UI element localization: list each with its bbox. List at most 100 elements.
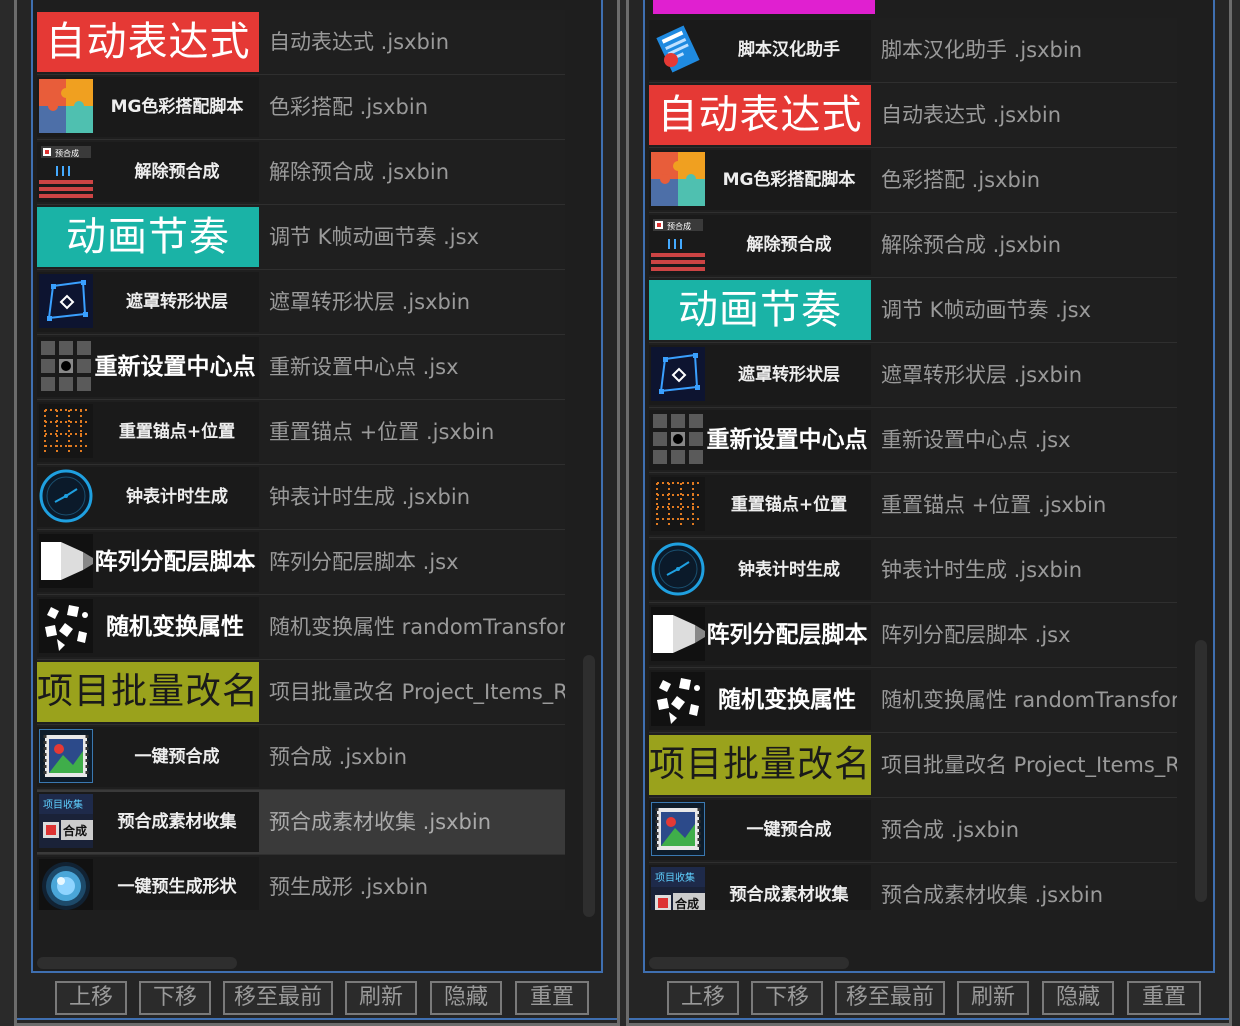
horizontal-scrollbar[interactable]: [649, 957, 849, 969]
thumbnail-label: 重新设置中心点: [94, 354, 256, 380]
thumbnail-label: 钟表计时生成: [126, 487, 228, 507]
script-filename: 自动表达式 .jsxbin: [269, 30, 450, 54]
refresh-button[interactable]: 刷新: [957, 981, 1029, 1015]
script-thumbnail: 重新设置中心点: [37, 337, 259, 397]
script-row[interactable]: 重新设置中心点 重新设置中心点 .jsx: [37, 335, 565, 400]
array-layer-icon: [651, 607, 705, 661]
script-row[interactable]: 钟表计时生成 钟表计时生成 .jsxbin: [37, 465, 565, 530]
script-filename: 重置锚点 +位置 .jsxbin: [881, 493, 1107, 517]
script-row[interactable]: 随机变换属性 随机变换属性 randomTransform: [37, 595, 565, 660]
script-filename: 预生成形 .jsxbin: [269, 875, 429, 899]
script-filename: 重置锚点 +位置 .jsxbin: [269, 420, 495, 444]
refresh-button[interactable]: 刷新: [345, 981, 417, 1015]
script-row[interactable]: 自动表达式 自动表达式 .jsxbin: [37, 10, 565, 75]
reset-button[interactable]: 重置: [1127, 981, 1201, 1015]
script-thumbnail: 重置锚点+位置: [649, 475, 871, 535]
vertical-scrollbar[interactable]: [583, 655, 595, 917]
script-row[interactable]: 预合成 解除预合成 解除预合成 .jsxbin: [649, 213, 1177, 278]
thumbnail-label: 脚本汉化助手: [738, 40, 840, 60]
script-filename: 阵列分配层脚本 .jsx: [269, 550, 459, 574]
script-row[interactable]: MG色彩搭配脚本 色彩搭配 .jsxbin: [649, 148, 1177, 213]
script-row[interactable]: 自动表达式 自动表达式 .jsxbin: [649, 83, 1177, 148]
hide-button[interactable]: 隐藏: [1042, 981, 1114, 1015]
button-bar: 上移 下移 移至最前 刷新 隐藏 重置: [55, 973, 595, 1023]
script-thumbnail: 项目批量改名: [37, 662, 259, 722]
script-thumbnail: 自动表达式: [37, 12, 259, 72]
thumbnail-label: 重置锚点+位置: [730, 495, 848, 515]
script-row[interactable]: 项目收集 合成 预合成素材收集 预合成素材收集 .jsxbin: [37, 790, 565, 855]
script-thumbnail: 预合成 解除预合成: [37, 142, 259, 202]
mask-shape-icon: [39, 274, 93, 328]
puzzle-icon: [651, 152, 705, 206]
thumbnail-label: 钟表计时生成: [738, 560, 840, 580]
hide-button[interactable]: 隐藏: [430, 981, 502, 1015]
script-row[interactable]: 阵列分配层脚本 阵列分配层脚本 .jsx: [649, 603, 1177, 668]
script-row[interactable]: 随机变换属性 随机变换属性 randomTransform: [649, 668, 1177, 733]
puzzle-icon: [39, 79, 93, 133]
script-row[interactable]: 预合成 解除预合成 解除预合成 .jsxbin: [37, 140, 565, 205]
script-row[interactable]: 一键预合成 预合成 .jsxbin: [37, 725, 565, 790]
script-thumbnail: 重置锚点+位置: [37, 402, 259, 462]
script-row[interactable]: 重置锚点+位置 重置锚点 +位置 .jsxbin: [649, 473, 1177, 538]
vertical-scrollbar[interactable]: [1195, 640, 1207, 902]
horizontal-scrollbar[interactable]: [37, 957, 237, 969]
thumbnail-label: 解除预合成: [746, 235, 832, 255]
precomp-stack-icon: 预合成: [39, 144, 93, 198]
script-filename: 遮罩转形状层 .jsxbin: [881, 363, 1083, 387]
script-row[interactable]: 一键预生成形状 预生成形 .jsxbin: [37, 855, 565, 910]
script-thumbnail: 动画节奏: [649, 280, 871, 340]
script-row[interactable]: 项目批量改名 项目批量改名 Project_Items_R: [649, 733, 1177, 798]
script-list: 自动表达式 自动表达式 .jsxbin MG色彩搭配脚本 色彩搭配 .jsxbin 预合…: [37, 0, 565, 910]
thumbnail-label: 阵列分配层脚本: [706, 622, 868, 648]
script-filename: 预合成 .jsxbin: [269, 745, 408, 769]
script-thumbnail: 一键预合成: [649, 800, 871, 860]
script-row[interactable]: 重新设置中心点 重新设置中心点 .jsx: [649, 408, 1177, 473]
partial-banner: [653, 0, 875, 14]
script-row[interactable]: 脚本汉化助手 脚本汉化助手 .jsxbin: [649, 18, 1177, 83]
array-layer-icon: [39, 534, 93, 588]
move-up-button[interactable]: 上移: [55, 981, 127, 1015]
move-to-top-button[interactable]: 移至最前: [835, 981, 945, 1015]
script-row[interactable]: 动画节奏 调节 K帧动画节奏 .jsx: [649, 278, 1177, 343]
script-filename: 重新设置中心点 .jsx: [269, 355, 459, 379]
script-filename: 预合成 .jsxbin: [881, 818, 1020, 842]
clock-icon: [651, 542, 705, 596]
script-filename: 预合成素材收集 .jsxbin: [269, 810, 492, 834]
move-to-top-button[interactable]: 移至最前: [223, 981, 333, 1015]
script-filename: 项目批量改名 Project_Items_R: [269, 680, 565, 704]
script-row[interactable]: 阵列分配层脚本 阵列分配层脚本 .jsx: [37, 530, 565, 595]
button-bar: 上移 下移 移至最前 刷新 隐藏 重置: [667, 973, 1207, 1023]
script-filename: 钟表计时生成 .jsxbin: [881, 558, 1083, 582]
script-thumbnail: 钟表计时生成: [37, 467, 259, 527]
orb-icon: [39, 859, 93, 910]
move-down-button[interactable]: 下移: [751, 981, 823, 1015]
script-row[interactable]: 项目收集 合成 预合成素材收集 预合成素材收集 .jsxbin: [649, 863, 1177, 910]
thumbnail-label: 重置锚点+位置: [118, 422, 236, 442]
script-row[interactable]: 一键预合成 预合成 .jsxbin: [649, 798, 1177, 863]
thumbnail-label: MG色彩搭配脚本: [722, 170, 856, 190]
move-down-button[interactable]: 下移: [139, 981, 211, 1015]
mask-shape-icon: [651, 347, 705, 401]
film-precomp-icon: [38, 728, 94, 784]
script-row[interactable]: 重置锚点+位置 重置锚点 +位置 .jsxbin: [37, 400, 565, 465]
move-up-button[interactable]: 上移: [667, 981, 739, 1015]
script-row[interactable]: 遮罩转形状层 遮罩转形状层 .jsxbin: [649, 343, 1177, 408]
script-row[interactable]: 动画节奏 调节 K帧动画节奏 .jsx: [37, 205, 565, 270]
thumbnail-label: 一键预合成: [746, 820, 832, 840]
panel-bottom-border: [17, 1018, 617, 1020]
script-thumbnail: 遮罩转形状层: [37, 272, 259, 332]
script-thumbnail: MG色彩搭配脚本: [37, 77, 259, 137]
reset-button[interactable]: 重置: [515, 981, 589, 1015]
script-row[interactable]: 钟表计时生成 钟表计时生成 .jsxbin: [649, 538, 1177, 603]
script-row[interactable]: 项目批量改名 项目批量改名 Project_Items_R: [37, 660, 565, 725]
script-filename: 预合成素材收集 .jsxbin: [881, 883, 1104, 907]
script-list: 脚本汉化助手 脚本汉化助手 .jsxbin 自动表达式 自动表达式 .jsxbin MG…: [649, 0, 1177, 910]
random-scatter-icon: [651, 672, 705, 726]
script-thumbnail: 阵列分配层脚本: [649, 605, 871, 665]
script-filename: 随机变换属性 randomTransform: [881, 688, 1177, 712]
script-list-frame: 脚本汉化助手 脚本汉化助手 .jsxbin 自动表达式 自动表达式 .jsxbin MG…: [643, 0, 1215, 973]
thumbnail-label: 预合成素材收集: [117, 812, 237, 832]
script-row[interactable]: 遮罩转形状层 遮罩转形状层 .jsxbin: [37, 270, 565, 335]
banner-label: 动画节奏: [37, 207, 259, 267]
script-row[interactable]: MG色彩搭配脚本 色彩搭配 .jsxbin: [37, 75, 565, 140]
